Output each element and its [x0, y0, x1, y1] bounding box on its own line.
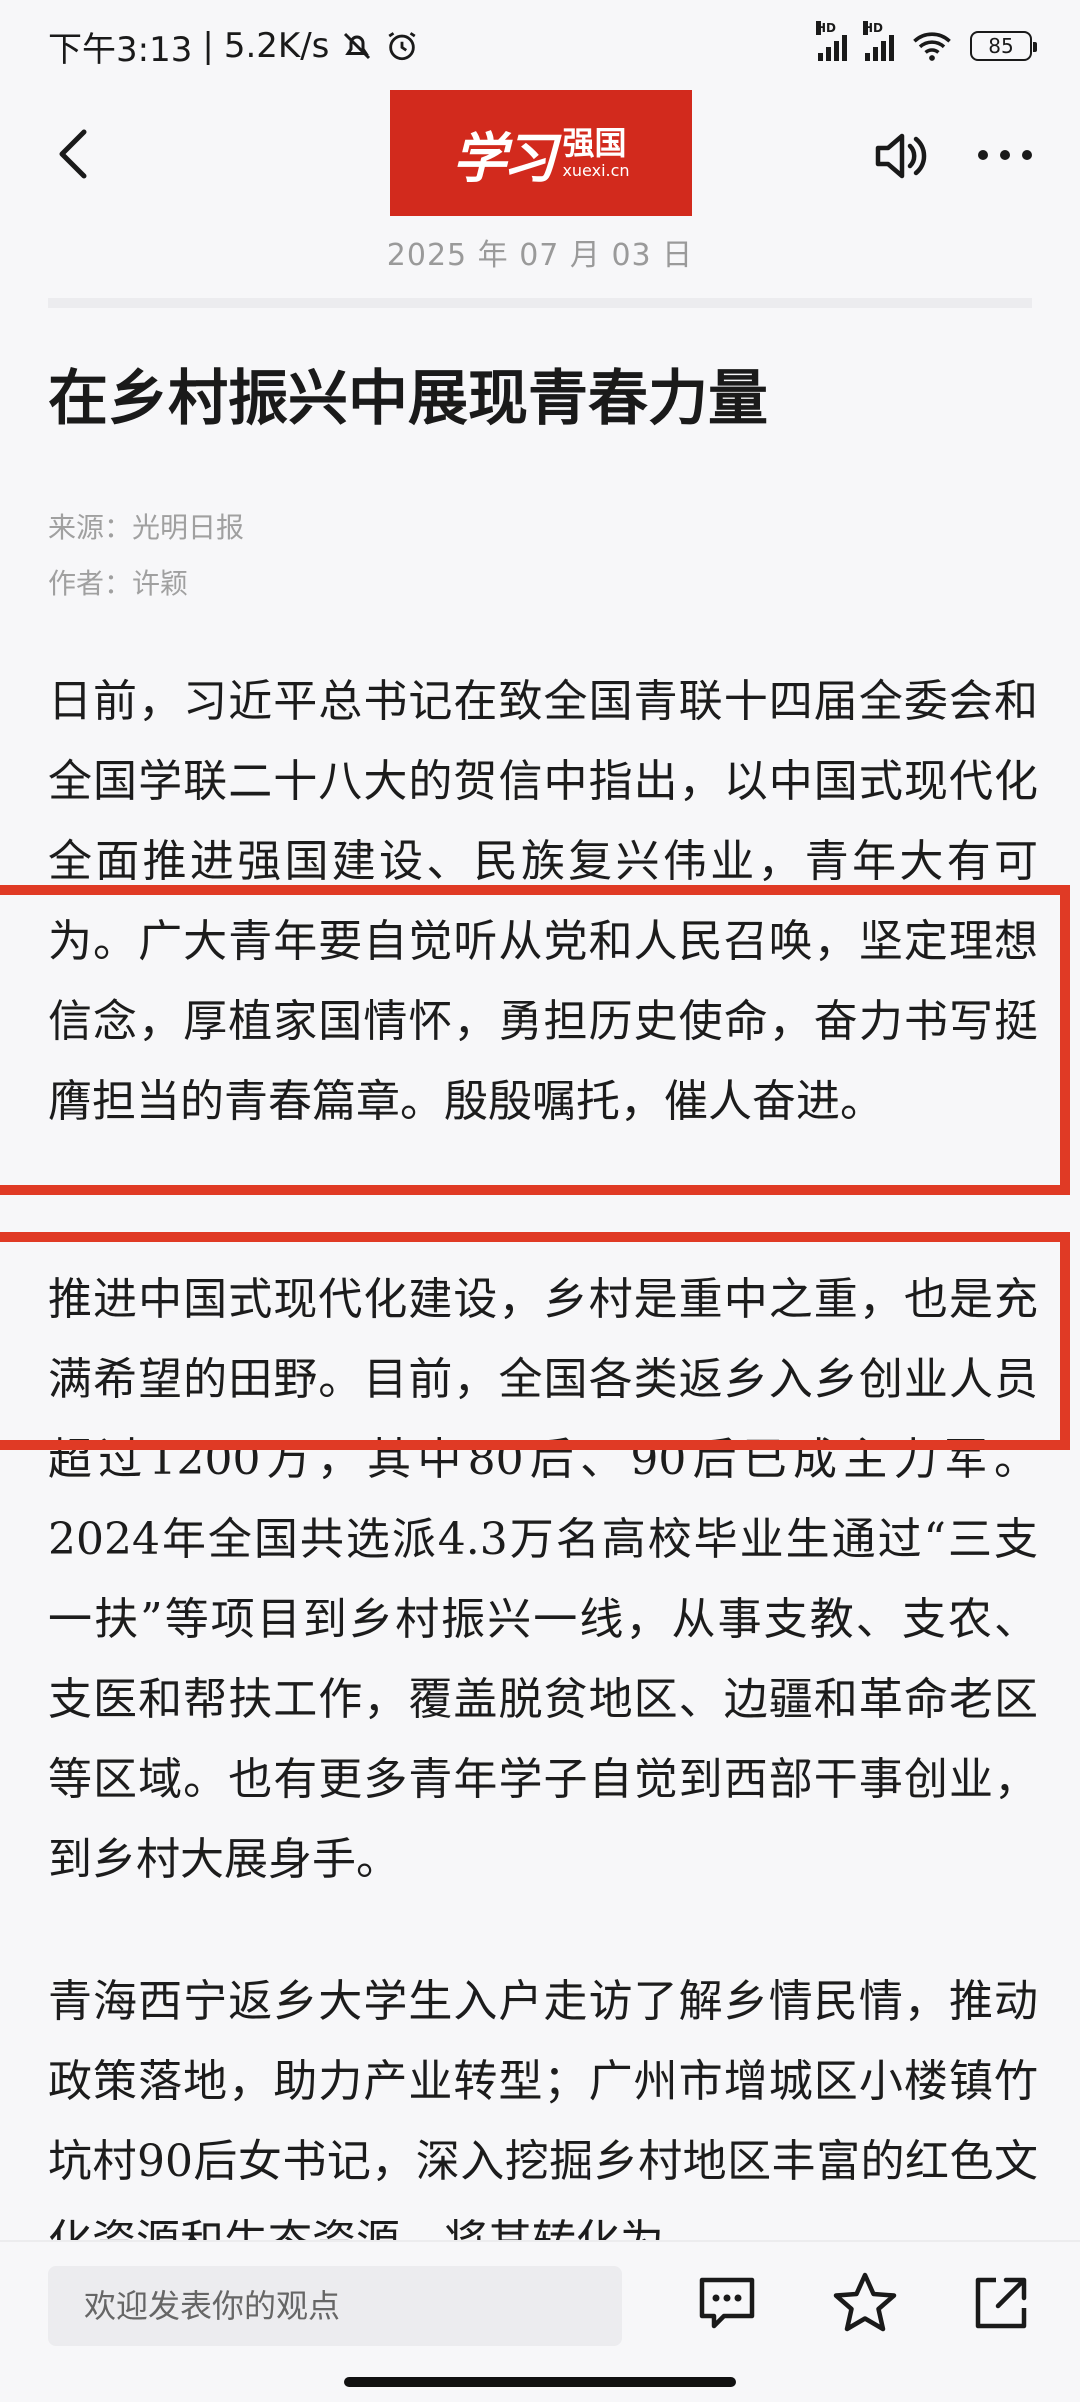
logo-text: 学习 — [452, 125, 556, 190]
article-source: 来源：光明日报 — [48, 511, 245, 544]
article-meta: 来源：光明日报 作者：许颖 — [48, 500, 244, 612]
comment-icon[interactable] — [696, 2272, 758, 2334]
status-bar: 下午3:13 | 5.2K/s HD HD 85 — [0, 0, 1080, 92]
signal-2-icon: HD — [863, 21, 894, 61]
article-paragraph-2: 推进中国式现代化建设，乡村是重中之重，也是充满希望的田野。目前，全国各类返乡入乡… — [48, 1274, 1038, 1885]
xuexi-logo: 学习 强国 xuexi.cn — [390, 90, 692, 216]
battery-indicator: 85 — [970, 31, 1037, 61]
bottom-action-bar — [0, 2240, 1080, 2402]
status-left: 下午3:13 | 5.2K/s — [48, 22, 419, 71]
star-favorite-icon[interactable] — [832, 2270, 898, 2336]
article-paragraph-1: 日前，习近平总书记在致全国青联十四届全委会和全国学联二十八大的贺信中指出，以中国… — [48, 676, 1038, 1127]
logo-cn: 强国 — [562, 124, 627, 162]
more-options-icon[interactable] — [975, 140, 1035, 170]
status-right: HD HD 85 — [816, 21, 1037, 62]
logo-en: xuexi.cn — [562, 161, 630, 180]
status-time: 下午3:13 — [48, 29, 193, 70]
status-separator: | — [202, 26, 214, 66]
share-icon[interactable] — [970, 2272, 1032, 2334]
article-paragraph-3: 青海西宁返乡大学生入户走访了解乡情民情，推动政策落地，助力产业转型；广州市增城区… — [48, 1976, 1038, 2267]
comment-input[interactable] — [48, 2266, 622, 2346]
home-indicator[interactable] — [344, 2377, 736, 2387]
speaker-icon[interactable] — [870, 126, 930, 186]
alarm-icon — [388, 32, 416, 61]
publish-date: 2025 年 07 月 03 日 — [386, 238, 694, 273]
wifi-icon — [913, 32, 951, 61]
header-divider — [48, 298, 1032, 308]
back-arrow-icon[interactable] — [48, 124, 108, 184]
article-author: 作者：许颖 — [48, 567, 189, 600]
logo-right: 强国 xuexi.cn — [562, 127, 629, 179]
signal-1-icon: HD — [816, 21, 847, 61]
mute-icon — [344, 32, 371, 60]
article-title: 在乡村振兴中展现青春力量 — [48, 364, 768, 434]
network-speed: 5.2K/s — [223, 26, 330, 66]
